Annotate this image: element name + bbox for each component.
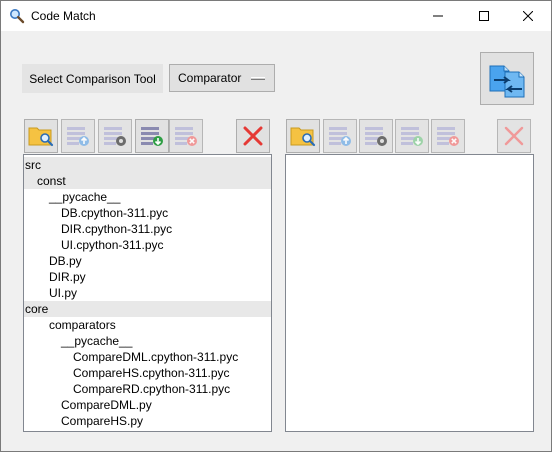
list-download-icon: [141, 127, 163, 146]
magnifier-icon: [10, 9, 25, 24]
tree-item-label: DIR.py: [49, 270, 86, 284]
tree-item-label: CompareDML.cpython-311.pyc: [73, 350, 239, 364]
comparison-tool-label: Select Comparison Tool: [22, 64, 163, 93]
tree-item-row[interactable]: CompareHS.py: [24, 413, 271, 429]
tree-item-row[interactable]: DB.cpython-311.pyc: [24, 205, 271, 221]
tree-item-row[interactable]: DIR.cpython-311.pyc: [24, 221, 271, 237]
tree-item-label: comparators: [49, 318, 116, 332]
tree-item-row[interactable]: __pycache__: [24, 333, 271, 349]
list-download-icon: [401, 127, 423, 146]
tree-item-row[interactable]: CompareRD.cpython-311.pyc: [24, 381, 271, 397]
right-open-folder-button[interactable]: [286, 119, 320, 153]
tree-item-label: CompareHS.py: [61, 414, 144, 428]
left-clear-button[interactable]: [236, 119, 270, 153]
tree-folder-row[interactable]: src: [24, 157, 271, 173]
left-open-folder-button[interactable]: [24, 119, 58, 153]
list-upload-icon: [67, 127, 89, 146]
right-list-download-button[interactable]: [395, 119, 429, 153]
minimize-button[interactable]: [415, 1, 461, 31]
window-title: Code Match: [31, 9, 96, 23]
tree-item-label: DB.py: [49, 254, 82, 268]
tree-item-row[interactable]: CompareDML.py: [24, 397, 271, 413]
maximize-button[interactable]: [461, 1, 507, 31]
tree-item-label: src: [25, 158, 41, 172]
tree-item-row[interactable]: DIR.py: [24, 269, 271, 285]
tree-folder-row[interactable]: const: [24, 173, 271, 189]
right-list-settings-button[interactable]: [359, 119, 393, 153]
left-file-tree[interactable]: src const __pycache__ DB.cpython-311.pyc DIR…: [23, 154, 272, 432]
tree-item-label: UI.cpython-311.pyc: [61, 238, 164, 252]
tree-item-label: CompareHS.cpython-311.pyc: [73, 366, 230, 380]
comparison-tool-select[interactable]: Comparator: [169, 64, 275, 92]
maximize-icon: [479, 11, 489, 21]
left-list-upload-button[interactable]: [61, 119, 95, 153]
tree-item-label: __pycache__: [49, 190, 121, 204]
right-list-remove-button[interactable]: [431, 119, 465, 153]
swap-panels-icon: [489, 65, 525, 97]
clear-x-icon: [243, 126, 263, 146]
tree-item-label: const: [37, 174, 66, 188]
tree-item-label: DIR.cpython-311.pyc: [61, 222, 173, 236]
comparison-tool-value: Comparator: [178, 71, 242, 85]
tree-item-label: CompareDML.py: [61, 398, 152, 412]
tree-item-row[interactable]: __pycache__: [24, 189, 271, 205]
tree-item-row[interactable]: UI.py: [24, 285, 271, 301]
list-upload-icon: [329, 127, 351, 146]
list-remove-icon: [175, 127, 197, 146]
close-button[interactable]: [505, 1, 551, 31]
list-remove-icon: [437, 127, 459, 146]
left-list-settings-button[interactable]: [98, 119, 132, 153]
right-file-tree[interactable]: [285, 154, 534, 432]
left-list-remove-button[interactable]: [169, 119, 203, 153]
tree-item-row[interactable]: CompareDML.cpython-311.pyc: [24, 349, 271, 365]
open-folder-icon: [28, 127, 54, 147]
list-settings-icon: [104, 127, 126, 146]
tree-folder-row[interactable]: core: [24, 301, 271, 317]
title-bar: Code Match: [1, 1, 551, 31]
tree-item-label: __pycache__: [61, 334, 133, 348]
left-list-download-button[interactable]: [135, 119, 169, 153]
tree-item-row[interactable]: DB.py: [24, 253, 271, 269]
list-settings-icon: [365, 127, 387, 146]
tree-item-label: core: [25, 302, 49, 316]
tree-item-row[interactable]: comparators: [24, 317, 271, 333]
tree-item-label: CompareRD.cpython-311.pyc: [73, 382, 231, 396]
tree-item-row[interactable]: CompareHS.cpython-311.pyc: [24, 365, 271, 381]
tree-item-label: UI.py: [49, 286, 78, 300]
open-folder-icon: [290, 127, 316, 147]
option-menu-indicator-icon: [251, 77, 265, 80]
right-list-upload-button[interactable]: [323, 119, 357, 153]
swap-panels-button[interactable]: [480, 52, 534, 105]
close-icon: [523, 11, 533, 21]
tree-item-row[interactable]: UI.cpython-311.pyc: [24, 237, 271, 253]
clear-x-icon: [504, 126, 524, 146]
minimize-icon: [433, 15, 443, 17]
tree-item-label: DB.cpython-311.pyc: [61, 206, 169, 220]
right-clear-button[interactable]: [497, 119, 531, 153]
app-window: Code Match Select Comparison Tool Compar…: [0, 0, 552, 452]
